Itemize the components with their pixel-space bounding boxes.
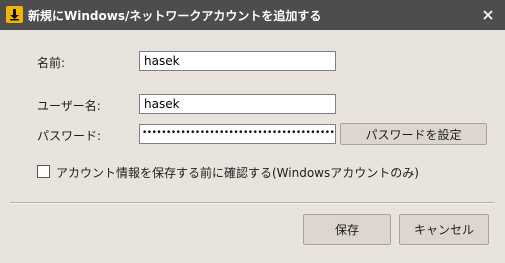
dialog-title: 新規にWindows/ネットワークアカウントを追加する [28, 9, 322, 23]
confirm-checkbox-label[interactable]: アカウント情報を保存する前に確認する(Windowsアカウントのみ) [56, 164, 419, 181]
close-button[interactable] [477, 4, 499, 26]
name-field[interactable] [139, 51, 336, 71]
footer-divider [10, 202, 495, 204]
title-bar: 新規にWindows/ネットワークアカウントを追加する [0, 0, 505, 30]
password-field[interactable]: ••••••••••••••••••••••••••••••••••••••••… [139, 124, 336, 144]
cancel-button[interactable]: キャンセル [399, 214, 489, 245]
username-label: ユーザー名: [37, 99, 101, 113]
password-label: パスワード: [37, 129, 102, 143]
download-icon [6, 6, 23, 23]
set-password-button[interactable]: パスワードを設定 [340, 123, 487, 145]
confirm-checkbox[interactable] [37, 165, 50, 178]
username-field[interactable] [139, 94, 336, 114]
save-button[interactable]: 保存 [303, 214, 391, 245]
name-label: 名前: [37, 56, 66, 70]
close-icon [483, 10, 493, 20]
